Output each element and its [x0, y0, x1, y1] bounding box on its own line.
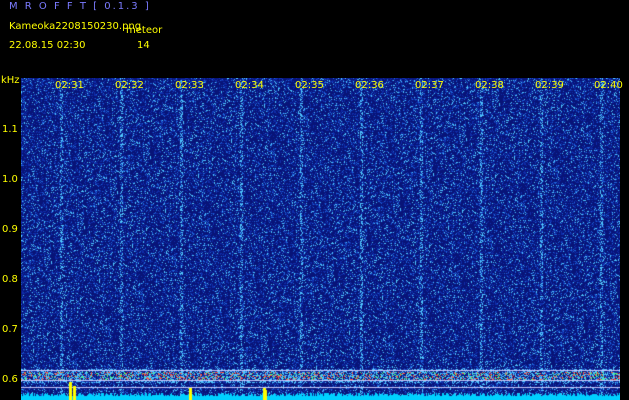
x-tick-label: 02:35: [295, 80, 324, 91]
x-tick-label: 02:33: [175, 80, 204, 91]
app-title: M R O F F T [ 0.1.3 ]: [9, 1, 151, 12]
meteor-count: 14: [137, 40, 150, 51]
x-tick-label: 02:40: [594, 80, 623, 91]
y-tick-label: 0.7: [2, 324, 18, 335]
y-tick-label: 0.8: [2, 274, 18, 285]
x-tick-label: 02:36: [355, 80, 384, 91]
meteor-label: meteor: [126, 25, 163, 36]
x-tick-label: 02:38: [475, 80, 504, 91]
y-tick-label: 0.9: [2, 224, 18, 235]
x-tick-label: 02:34: [235, 80, 264, 91]
file-name: Kameoka2208150230.png: [9, 21, 142, 32]
date-time: 22.08.15 02:30: [9, 40, 86, 51]
y-tick-label: 1.0: [2, 174, 18, 185]
x-tick-label: 02:32: [115, 80, 144, 91]
x-tick-label: 02:39: [535, 80, 564, 91]
x-tick-label: 02:37: [415, 80, 444, 91]
x-tick-label: 02:31: [55, 80, 84, 91]
y-tick-label: 0.6: [2, 374, 18, 385]
y-axis-unit: kHz: [1, 75, 20, 86]
y-tick-label: 1.1: [2, 124, 18, 135]
spectrogram: [21, 78, 620, 400]
